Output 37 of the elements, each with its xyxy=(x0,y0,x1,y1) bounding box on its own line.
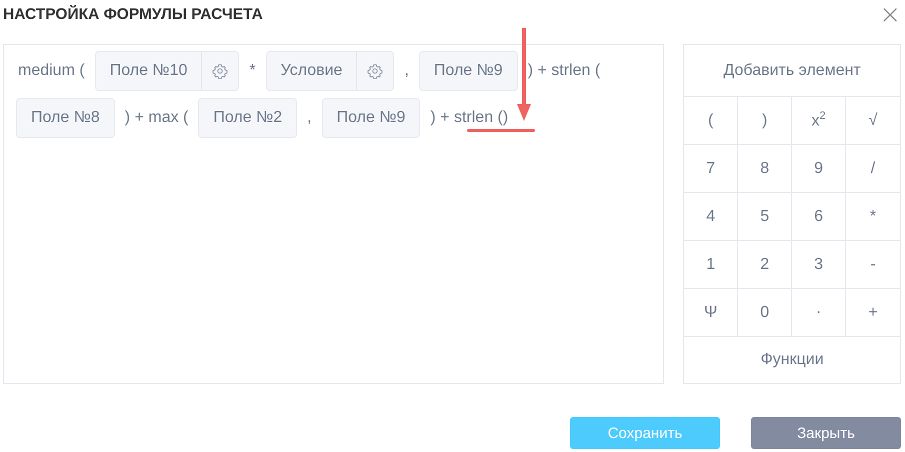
keypad-key[interactable]: . xyxy=(792,289,846,337)
close-button[interactable]: × xyxy=(879,2,901,28)
dialog-title: НАСТРОЙКА ФОРМУЛЫ РАСЧЕТА xyxy=(3,6,263,24)
formula-text: ) + max ( xyxy=(124,109,190,127)
formula-text: * xyxy=(248,62,257,80)
keypad-key[interactable]: 7 xyxy=(684,145,738,193)
close-dialog-button[interactable]: Закрыть xyxy=(751,417,901,449)
field-chip[interactable]: Поле №10 xyxy=(94,51,240,91)
formula-editor[interactable]: medium ( Поле №10 * Условие , Поле №9 ) + strlen ( Поле №8 ) + max ( Поле №2 , Поле №9 ) + strlen () xyxy=(3,44,664,384)
keypad-key[interactable]: Ψ xyxy=(684,289,738,337)
formula-text: ) + strlen () xyxy=(429,109,510,127)
field-chip[interactable]: Поле №8 xyxy=(16,98,115,138)
settings-icon[interactable] xyxy=(367,63,384,79)
keypad-key[interactable]: 0 xyxy=(738,289,792,337)
keypad-key[interactable]: ) xyxy=(738,97,792,145)
annotation-underline xyxy=(467,129,535,132)
keypad-key[interactable]: 9 xyxy=(792,145,846,193)
keypad-key[interactable]: 5 xyxy=(738,193,792,241)
keypad-key[interactable]: ( xyxy=(684,97,738,145)
formula-text: , xyxy=(306,109,313,127)
keypad-key[interactable]: 1 xyxy=(684,241,738,289)
keypad-key[interactable]: 4 xyxy=(684,193,738,241)
field-chip[interactable]: Поле №2 xyxy=(198,98,298,138)
keypad-key[interactable]: 8 xyxy=(738,145,792,193)
keypad-key[interactable]: x$^{2}$ xyxy=(792,97,846,145)
settings-icon[interactable] xyxy=(212,63,228,79)
keypad-key[interactable]: 3 xyxy=(792,241,846,289)
field-chip[interactable]: Поле №9 xyxy=(322,98,420,138)
formula-text: , xyxy=(403,62,410,80)
keypad-key[interactable]: 2 xyxy=(738,241,792,289)
field-chip[interactable]: Поле №9 xyxy=(418,51,518,91)
chip-label: Поле №10 xyxy=(108,61,188,81)
chip-label: Условие xyxy=(280,61,344,81)
field-chip[interactable]: Условие xyxy=(266,51,394,91)
formula-text: medium ( xyxy=(17,62,86,80)
formula-text: ) + strlen ( xyxy=(526,62,602,80)
keypad-key[interactable]: 6 xyxy=(792,193,846,241)
